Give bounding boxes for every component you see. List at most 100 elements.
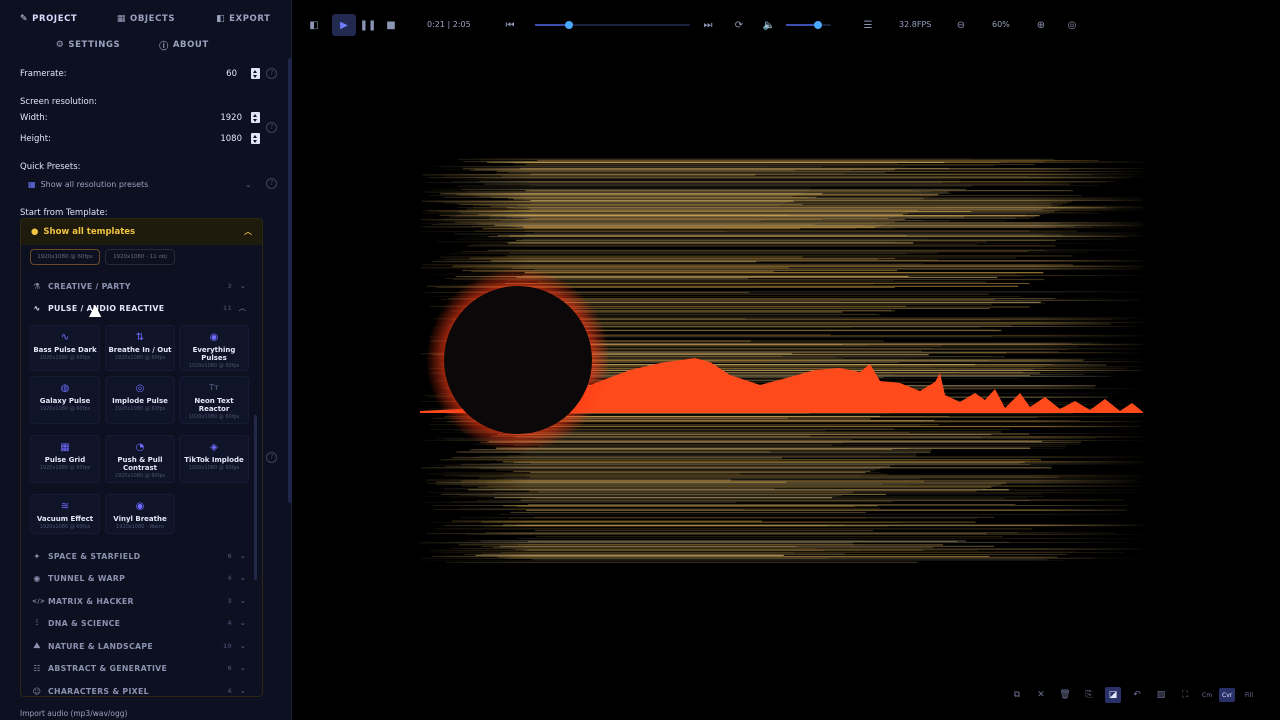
shapes-icon: ☷ — [33, 663, 41, 673]
sidebar-scrollbar[interactable] — [288, 58, 292, 503]
framerate-label: Framerate: — [20, 69, 67, 79]
framerate-stepper[interactable] — [251, 68, 260, 79]
template-card-vinyl-breathe[interactable]: ◉ Vinyl Breathe 1920x1080 - Warm — [105, 494, 175, 534]
template-card-everything-pulses[interactable]: ◉ Everything Pulses 1920x1080 @ 60fps — [179, 325, 249, 371]
presets-selector[interactable]: ▦ Show all resolution presets — [28, 180, 148, 189]
template-scrollbar[interactable] — [254, 415, 257, 580]
export-icon: ◧ — [216, 14, 226, 24]
template-card-neon-text-reactor[interactable]: Tт Neon Text Reactor 1920x1080 @ 60fps — [179, 376, 249, 424]
fill-button[interactable]: Fill — [1242, 688, 1256, 702]
category-space-starfield[interactable]: ✦ SPACE & STARFIELD 6 ⌄ — [32, 549, 246, 563]
template-card-bass-pulse-dark[interactable]: ∿ Bass Pulse Dark 1920x1080 @ 60fps — [30, 325, 100, 371]
settings-sliders-icon[interactable]: ☰ — [860, 17, 876, 33]
zoom-out-icon[interactable]: ⊖ — [953, 17, 969, 33]
dna-icon: ⫶ — [35, 618, 39, 627]
tunnel-icon: ◉ — [33, 573, 41, 583]
fullscreen-icon[interactable]: ⛶ — [1177, 687, 1193, 703]
height-input[interactable]: 1080 — [212, 134, 242, 144]
copy-icon[interactable]: ⎘ — [1081, 687, 1097, 703]
undo-icon[interactable]: ↶ — [1129, 687, 1145, 703]
template-card-partial[interactable]: 1920x1080 @ 60fps — [30, 249, 100, 265]
timeline-thumb[interactable] — [565, 21, 574, 29]
show-all-templates-toggle[interactable]: ● Show all templates ︿ — [21, 219, 262, 245]
fit-view-icon[interactable]: ◎ — [1064, 17, 1080, 33]
grid-icon: ▦ — [60, 442, 70, 453]
diamond-icon: ◈ — [210, 442, 218, 453]
help-icon[interactable]: ? — [266, 452, 277, 463]
text-icon: Tт — [209, 383, 219, 392]
tab-export[interactable]: ◧ EXPORT — [195, 12, 292, 26]
category-characters-pixel[interactable]: ☺ CHARACTERS & PIXEL 4 ⌄ — [32, 684, 246, 698]
template-card-tiktok-implode[interactable]: ◈ TikTok Implode 1920x1080 @ 60fps — [179, 435, 249, 483]
implode-icon: ◎ — [135, 383, 145, 394]
tab-project[interactable]: ✎ PROJECT — [0, 12, 97, 26]
zoom-level: 60% — [992, 20, 1010, 29]
width-input[interactable]: 1920 — [212, 113, 242, 123]
edit-image-icon[interactable]: ◪ — [1105, 687, 1121, 703]
black-circle — [444, 286, 592, 434]
character-icon: ☺ — [32, 686, 42, 696]
template-card-breathe-in-out[interactable]: ⇅ Breathe In / Out 1920x1080 @ 60fps — [105, 325, 175, 371]
zoom-in-icon[interactable]: ⊕ — [1033, 17, 1049, 33]
close-icon[interactable]: ✕ — [1033, 687, 1049, 703]
template-card-pulse-grid[interactable]: ▦ Pulse Grid 1920x1080 @ 60fps — [30, 435, 100, 483]
template-card-vacuum-effect[interactable]: ≋ Vacuum Effect 1920x1080 @ 60fps — [30, 494, 100, 534]
stop-icon[interactable]: ■ — [383, 17, 399, 33]
code-icon: </> — [32, 597, 46, 605]
tab-about[interactable]: ⓘ ABOUT — [136, 38, 232, 52]
category-dna-science[interactable]: ⫶ DNA & SCIENCE 4 ⌄ — [32, 616, 246, 630]
chevron-down-icon: ⌄ — [239, 619, 246, 627]
help-icon[interactable]: ? — [266, 122, 277, 133]
sidebar: ✎ PROJECT ▦ OBJECTS ◧ EXPORT ⚙ SETTINGS ⓘ ABO… — [0, 0, 292, 720]
play-button[interactable]: ▶ — [332, 14, 356, 36]
chevron-down-icon: ⌄ — [239, 664, 246, 672]
category-pulse-audio-reactive[interactable]: ∿ PULSE / AUDIO REACTIVE 11 ︿ — [32, 301, 246, 315]
template-label: Start from Template: — [20, 208, 108, 218]
chevron-down-icon[interactable]: ⌄ — [245, 180, 252, 189]
category-creative-party[interactable]: ⚗ CREATIVE / PARTY 3 ⌄ — [32, 279, 246, 293]
volume-thumb[interactable] — [813, 21, 822, 29]
info-icon: ⓘ — [159, 41, 169, 52]
trash-icon[interactable]: 🗑 — [1057, 687, 1073, 703]
volume-slider[interactable] — [786, 21, 831, 29]
pause-icon[interactable]: ❚❚ — [360, 17, 377, 33]
volume-fill — [786, 24, 818, 26]
image-icon[interactable]: ▨ — [1153, 687, 1169, 703]
template-card-partial[interactable]: 1920x1080 - 11 obj — [105, 249, 175, 265]
timeline-slider[interactable] — [535, 21, 690, 29]
skip-back-icon[interactable]: ⏮ — [502, 17, 518, 33]
volume-icon[interactable]: 🔈 — [761, 17, 777, 33]
fps-display: 32.8FPS — [899, 20, 932, 29]
cvr-button[interactable]: Cvr — [1219, 688, 1236, 702]
tab-objects[interactable]: ▦ OBJECTS — [97, 12, 194, 26]
mouse-cursor-icon: ▲ — [89, 300, 102, 319]
category-abstract-generative[interactable]: ☷ ABSTRACT & GENERATIVE 6 ⌄ — [32, 661, 246, 675]
category-tunnel-warp[interactable]: ◉ TUNNEL & WARP 4 ⌄ — [32, 571, 246, 585]
import-audio-label: Import audio (mp3/wav/ogg) — [20, 709, 128, 718]
height-stepper[interactable] — [251, 133, 260, 144]
toggle-sidebar-icon[interactable]: ◧ — [306, 17, 322, 33]
cmn-button[interactable]: Cm — [1199, 688, 1215, 702]
contrast-icon: ◔ — [135, 442, 145, 453]
framerate-input[interactable]: 60 — [207, 69, 237, 79]
duplicate-icon[interactable]: ⧉ — [1009, 687, 1025, 703]
width-stepper[interactable] — [251, 112, 260, 123]
template-card-push-pull-contrast[interactable]: ◔ Push & Pull Contrast 1920x1080 @ 60fps — [105, 435, 175, 483]
template-card-galaxy-pulse[interactable]: ◍ Galaxy Pulse 1920x1080 @ 60fps — [30, 376, 100, 424]
pulse-icon: ∿ — [60, 332, 70, 343]
chevron-up-icon: ︿ — [244, 227, 252, 236]
help-icon[interactable]: ? — [266, 68, 277, 79]
loop-icon[interactable]: ⟳ — [731, 17, 747, 33]
pulse-icon: ∿ — [33, 303, 41, 313]
chevron-down-icon: ⌄ — [239, 687, 246, 695]
template-card-implode-pulse[interactable]: ◎ Implode Pulse 1920x1080 @ 60fps — [105, 376, 175, 424]
category-nature-landscape[interactable]: ⛰ NATURE & LANDSCAPE 10 ⌄ — [32, 639, 246, 653]
category-matrix-hacker[interactable]: </> MATRIX & HACKER 3 ⌄ — [32, 594, 246, 608]
help-icon[interactable]: ? — [266, 178, 277, 189]
chevron-up-icon: ︿ — [238, 304, 246, 312]
chevron-down-icon: ⌄ — [239, 597, 246, 605]
chevron-down-icon: ⌄ — [239, 282, 246, 290]
tab-settings[interactable]: ⚙ SETTINGS — [40, 38, 136, 52]
skip-forward-icon[interactable]: ⏭ — [700, 17, 716, 33]
preview-canvas[interactable] — [420, 157, 1143, 565]
